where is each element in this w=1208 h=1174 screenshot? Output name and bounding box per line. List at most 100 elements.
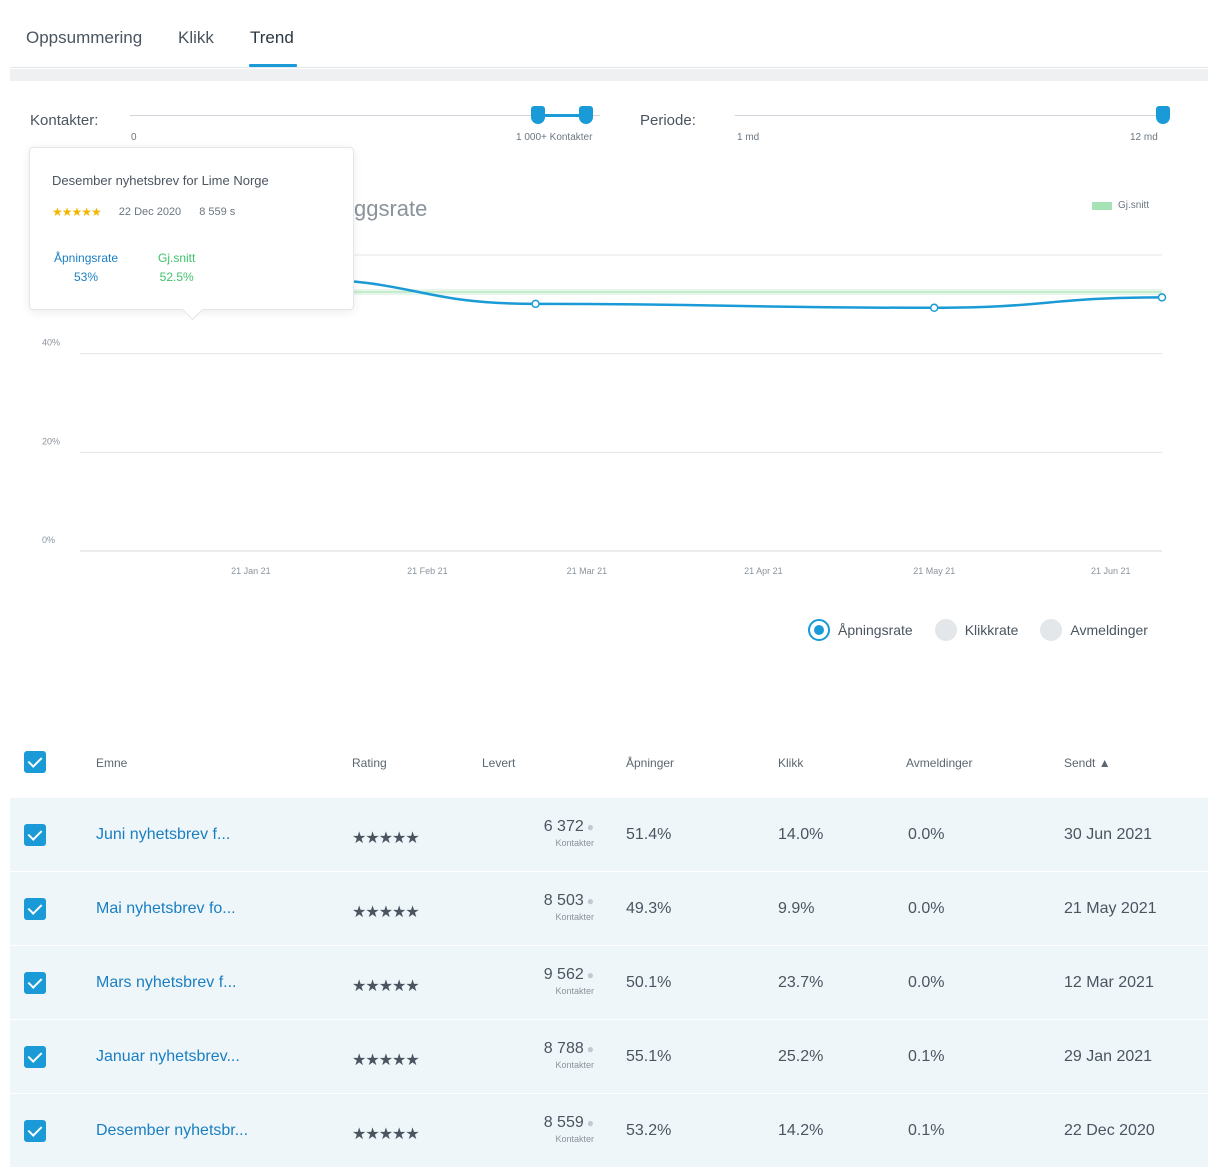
person-icon: ● [586,894,594,908]
tooltip-average: Gj.snitt 52.5% [158,249,195,287]
clicks-cell: 14.0% [778,826,824,843]
average-legend-label: Gj.snitt [1118,200,1150,211]
clicks-cell: 14.2% [778,1122,824,1139]
sent-date-cell: 21 May 2021 [1064,900,1157,917]
unsubscribes-cell: 0.1% [908,1048,945,1065]
period-slider-handle[interactable] [1156,106,1170,124]
delivered-cell: 9 562 ● Kontakter [504,966,594,996]
delivered-unit: Kontakter [555,1060,594,1070]
table-row[interactable]: Mars nyhetsbrev f... ★★★★★ 9 562 ● Kontakter… [10,946,1208,1020]
delivered-unit: Kontakter [555,912,594,922]
row-checkbox[interactable] [24,898,46,920]
contacts-slider-min-handle[interactable] [531,106,545,124]
row-checkbox[interactable] [24,972,46,994]
person-icon: ● [586,1116,594,1130]
unsubscribes-cell: 0.0% [908,974,945,991]
table-header: Emne Rating Levert Åpninger Klikk Avmeld… [10,726,1208,798]
tab-klikk[interactable]: Klikk [178,28,214,48]
column-header-sent[interactable]: Sendt ▲ [1064,756,1111,770]
metric-option-unsubscribes[interactable]: Avmeldinger [1040,619,1148,641]
opens-cell: 50.1% [626,974,672,991]
opens-cell: 55.1% [626,1048,672,1065]
column-header-name[interactable]: Emne [96,756,127,770]
x-tick-label: 21 May 21 [913,566,955,576]
rating-stars: ★★★★★ [352,904,420,921]
x-tick-label: 21 Feb 21 [407,566,448,576]
sent-date-cell: 22 Dec 2020 [1064,1122,1155,1139]
x-tick-label: 21 Apr 21 [744,566,783,576]
contacts-slider-max-handle[interactable] [579,106,593,124]
delivered-cell: 6 372 ● Kontakter [504,818,594,848]
radio-selected-icon[interactable] [808,619,830,641]
contacts-max-label: 1 000+ Kontakter [516,132,593,143]
column-header-clicks[interactable]: Klikk [778,756,803,770]
row-checkbox[interactable] [24,824,46,846]
radio-unselected-icon[interactable] [934,619,957,641]
delivered-cell: 8 503 ● Kontakter [504,892,594,922]
clicks-cell: 23.7% [778,974,824,991]
period-min-label: 1 md [737,132,760,143]
campaign-name-link[interactable]: Juni nyhetsbrev f... [96,826,230,844]
chart-title: ggsrate [354,196,428,221]
delivered-unit: Kontakter [555,838,594,848]
delivered-cell: 8 788 ● Kontakter [504,1040,594,1070]
period-filter-label: Periode: [640,112,696,129]
delivered-count: 6 372 [543,818,584,835]
rating-stars: ★★★★★ [352,1052,420,1069]
metric-option-open-rate[interactable]: Åpningsrate [808,619,913,641]
rating-stars: ★★★★★ [352,1126,420,1143]
delivered-count: 8 788 [543,1040,584,1057]
table-row[interactable]: Januar nyhetsbrev... ★★★★★ 8 788 ● Kontakter… [10,1020,1208,1094]
tooltip-average-value: 52.5% [159,270,194,284]
tab-oppsummering[interactable]: Oppsummering [26,28,142,48]
opens-cell: 51.4% [626,826,672,843]
column-header-rating[interactable]: Rating [352,756,387,770]
column-header-delivered[interactable]: Levert [482,756,515,770]
campaign-name-link[interactable]: Mai nyhetsbrev fo... [96,900,236,918]
unsubscribes-cell: 0.1% [908,1122,945,1139]
campaign-table: Emne Rating Levert Åpninger Klikk Avmeld… [10,726,1208,1168]
contacts-filter-label: Kontakter: [30,112,99,129]
period-max-label: 12 md [1130,132,1158,143]
table-row[interactable]: Desember nyhetsbr... ★★★★★ 8 559 ● Kontakter… [10,1094,1208,1168]
unsubscribes-cell: 0.0% [908,826,945,843]
metric-option-click-rate[interactable]: Klikkrate [934,619,1018,641]
tooltip-open-rate: Åpningsrate 53% [54,249,118,287]
opens-cell: 49.3% [626,900,672,917]
data-point [929,303,939,313]
y-tick-label: 0% [42,535,55,545]
delivered-count: 8 503 [543,892,584,909]
column-header-opens[interactable]: Åpninger [626,756,674,770]
x-tick-label: 21 Jan 21 [231,566,271,576]
contacts-slider-track[interactable] [130,115,600,116]
delivered-count: 9 562 [543,966,584,983]
table-row[interactable]: Juni nyhetsbrev f... ★★★★★ 6 372 ● Kontakter… [10,798,1208,872]
tooltip-date: 22 Dec 2020 [118,206,182,218]
x-tick-label: 21 Mar 21 [567,566,608,576]
unsubscribes-cell: 0.0% [908,900,945,917]
table-row[interactable]: Mai nyhetsbrev fo... ★★★★★ 8 503 ● Kontakter… [10,872,1208,946]
select-all-checkbox[interactable] [24,751,46,773]
period-slider-track[interactable] [735,115,1165,116]
data-point [1157,293,1167,302]
metric-option-label: Avmeldinger [1070,622,1148,638]
x-tick-label: 21 Jun 21 [1091,566,1131,576]
rating-stars: ★★★★★ [352,978,420,995]
delivered-unit: Kontakter [555,1134,594,1144]
person-icon: ● [586,820,594,834]
column-header-unsubscribes[interactable]: Avmeldinger [906,756,972,770]
campaign-name-link[interactable]: Januar nyhetsbrev... [96,1048,240,1066]
tab-trend[interactable]: Trend [250,28,294,48]
tooltip-sent: 8 559 s [199,206,236,218]
row-checkbox[interactable] [24,1120,46,1142]
sent-date-cell: 12 Mar 2021 [1064,974,1154,991]
chart-tooltip: Desember nyhetsbrev for Lime Norge ★★★★★… [29,147,354,310]
campaign-name-link[interactable]: Mars nyhetsbrev f... [96,974,237,992]
campaign-name-link[interactable]: Desember nyhetsbr... [96,1122,248,1140]
radio-unselected-icon[interactable] [1040,619,1063,641]
toolbar-divider [10,69,1208,81]
y-tick-label: 40% [42,338,60,348]
row-checkbox[interactable] [24,1046,46,1068]
contacts-min-label: 0 [131,132,137,143]
tooltip-open-value: 53% [74,270,99,284]
